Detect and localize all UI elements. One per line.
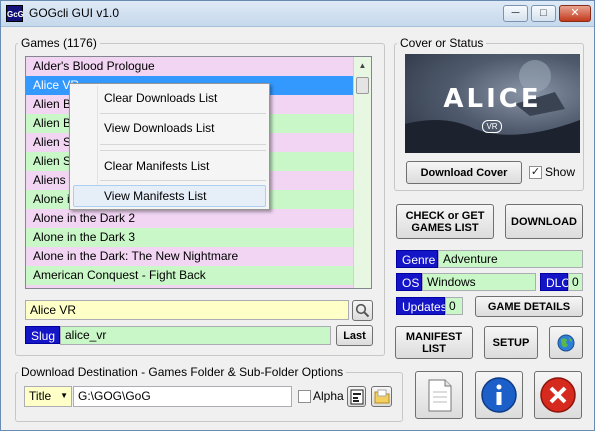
game-list-item[interactable]: Alone in the Dark: The New Nightmare [26, 247, 353, 266]
os-field: Windows [422, 273, 536, 291]
chevron-down-icon: ▼ [60, 391, 68, 400]
menu-item-clear-manifests[interactable]: Clear Manifests List [104, 159, 209, 173]
close-window-button[interactable]: ✕ [559, 5, 591, 22]
menu-separator [100, 150, 266, 151]
info-icon [481, 377, 517, 413]
last-button[interactable]: Last [336, 325, 373, 346]
subfolder-option-value: Title [29, 389, 52, 403]
globe-icon [557, 334, 575, 351]
scroll-up-arrow-icon[interactable]: ▲ [354, 57, 371, 74]
menu-item-view-manifests[interactable]: View Manifests List [104, 189, 207, 203]
menu-item-clear-downloads[interactable]: Clear Downloads List [104, 91, 217, 105]
title-bar[interactable]: GcG GOGcli GUI v1.0 ─ □ ✕ [1, 1, 594, 27]
alpha-checkbox[interactable] [298, 390, 311, 403]
slug-label: Slug [25, 326, 60, 344]
games-list-scrollbar[interactable]: ▲ [353, 57, 371, 288]
genre-label: Genre [396, 250, 438, 268]
app-window: GcG GOGcli GUI v1.0 ─ □ ✕ Games (1176) A… [0, 0, 595, 431]
game-list-item[interactable]: Alone in the Dark 3 [26, 228, 353, 247]
web-link-button[interactable] [549, 326, 583, 359]
minimize-button[interactable]: ─ [503, 5, 528, 22]
window-title: GOGcli GUI v1.0 [29, 6, 120, 20]
game-list-item[interactable]: Alder's Blood Prologue [26, 57, 353, 76]
notepad-icon [428, 379, 452, 412]
download-destination-legend: Download Destination - Games Folder & Su… [21, 365, 344, 379]
subfolder-list-button[interactable] [347, 386, 366, 407]
menu-separator [100, 180, 266, 181]
cover-title-text: ALICE [443, 84, 542, 114]
game-list-item[interactable]: Alone in the Dark 2 [26, 209, 353, 228]
show-cover-label: Show [545, 165, 576, 179]
cover-vr-badge: VR [482, 120, 502, 133]
updates-label: Updates [396, 297, 447, 315]
slug-field[interactable]: alice_vr [60, 326, 331, 345]
game-list-item[interactable]: American Conquest - Fight Back [26, 266, 353, 285]
search-button[interactable] [352, 300, 373, 321]
updates-count: 0 [445, 297, 463, 315]
exit-button[interactable] [534, 371, 582, 419]
show-cover-checkbox[interactable]: ✓ [529, 166, 542, 179]
info-button[interactable] [475, 371, 523, 419]
destination-path-input[interactable]: G:\GOG\GoG [73, 386, 292, 407]
cover-legend: Cover or Status [400, 36, 484, 50]
game-cover-image: ALICE VR [405, 54, 580, 153]
magnifier-icon [355, 303, 370, 318]
app-logo-icon: GcG [6, 5, 24, 22]
download-button[interactable]: DOWNLOAD [505, 204, 583, 239]
context-menu: Clear Downloads List View Downloads List… [69, 83, 270, 210]
subfolder-option-select[interactable]: Title ▼ [24, 386, 72, 407]
game-details-button[interactable]: GAME DETAILS [475, 296, 583, 317]
game-list-item[interactable]: American Conquest [26, 285, 353, 288]
genre-field: Adventure [438, 250, 583, 268]
check-or-get-games-list-button[interactable]: CHECK or GET GAMES LIST [396, 204, 494, 239]
dlc-label: DLC [540, 273, 570, 291]
browse-folder-button[interactable] [371, 386, 392, 407]
scroll-thumb[interactable] [356, 77, 369, 94]
list-document-icon [350, 389, 363, 404]
maximize-button[interactable]: □ [531, 5, 556, 22]
menu-separator [100, 113, 266, 114]
alpha-label: Alpha [313, 389, 344, 403]
search-input[interactable]: Alice VR [25, 300, 349, 320]
download-cover-button[interactable]: Download Cover [406, 161, 522, 184]
games-legend: Games (1176) [21, 36, 97, 50]
folder-icon [374, 389, 389, 404]
setup-button[interactable]: SETUP [484, 326, 538, 359]
menu-item-view-downloads[interactable]: View Downloads List [104, 121, 215, 135]
os-label: OS [396, 273, 422, 291]
dlc-count: 0 [568, 273, 583, 291]
close-icon [540, 377, 576, 413]
view-notes-button[interactable] [415, 371, 463, 419]
menu-separator [100, 144, 266, 145]
manifest-list-button[interactable]: MANIFEST LIST [395, 326, 473, 359]
